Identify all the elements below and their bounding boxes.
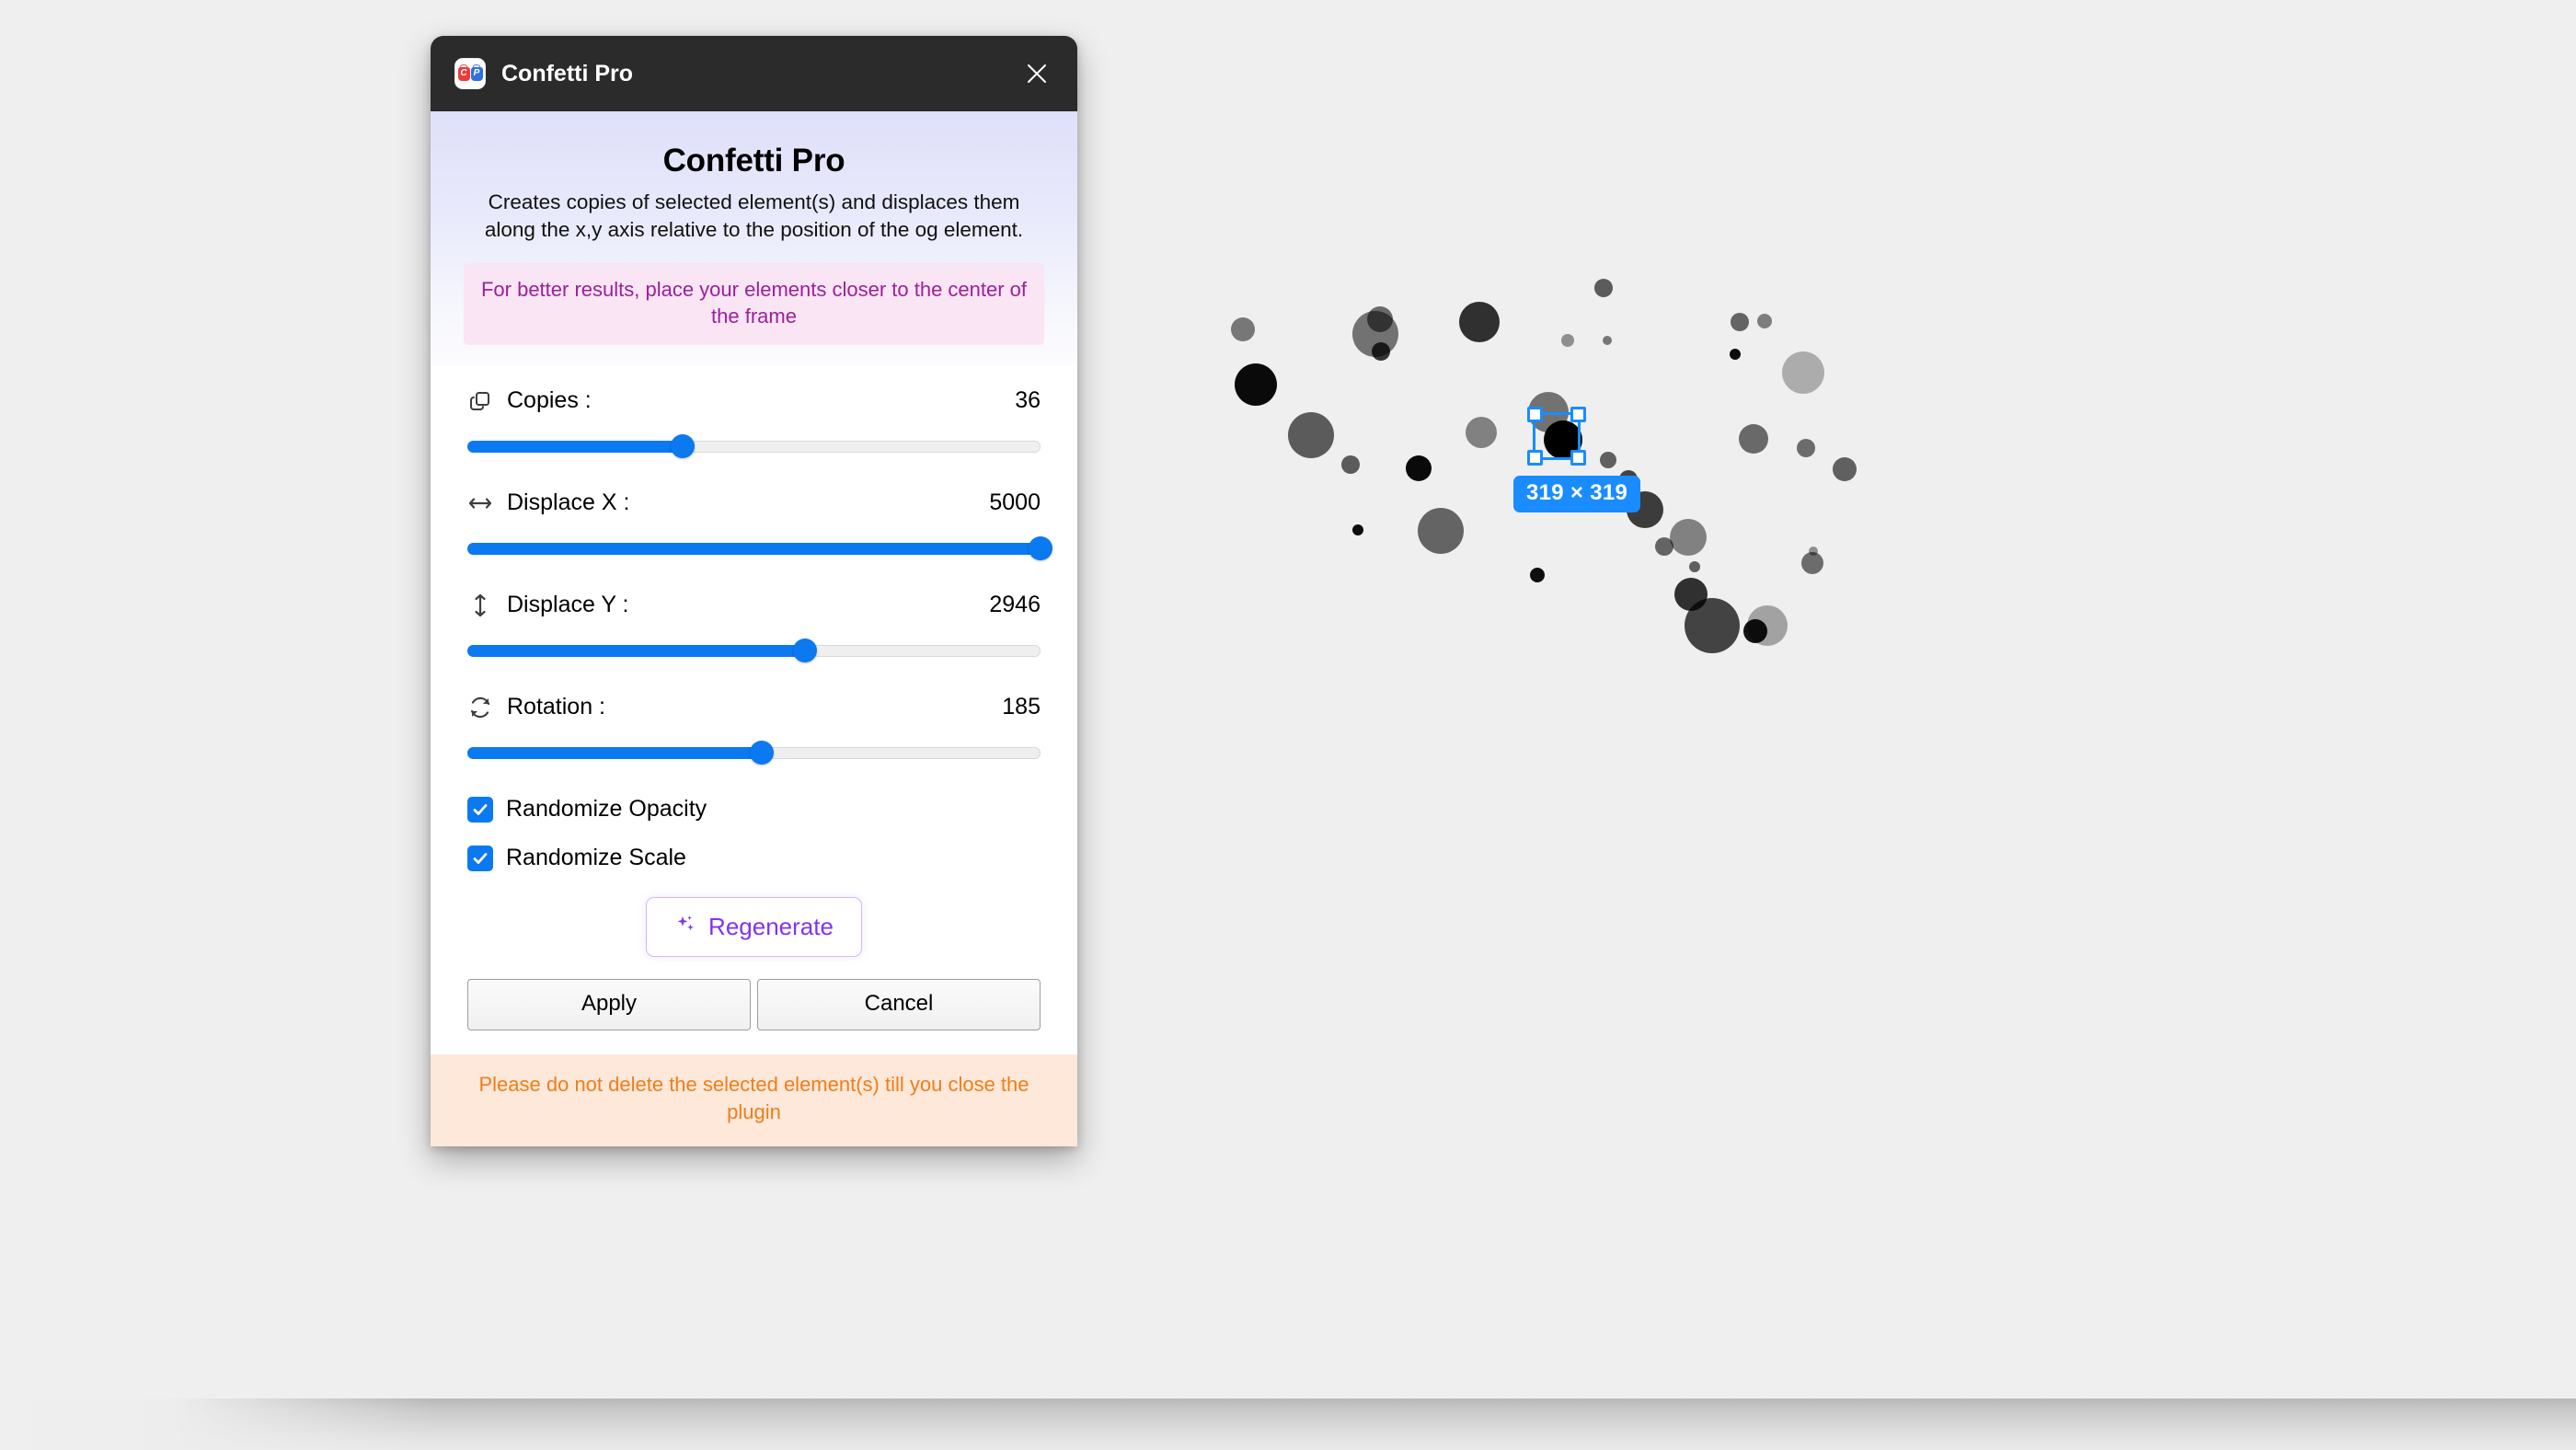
- control-displace-x-value: 5000: [989, 489, 1041, 516]
- action-button-row: Apply Cancel: [467, 979, 1041, 1054]
- rotation-slider-fill: [467, 746, 763, 759]
- confetti-dot: [1372, 342, 1390, 361]
- displace-y-slider[interactable]: [467, 639, 1041, 663]
- confetti-dot: [1730, 349, 1741, 360]
- control-rotation-label: Rotation :: [507, 694, 606, 720]
- confetti-dot: [1288, 412, 1334, 458]
- confetti-dot: [1594, 279, 1613, 297]
- plugin-title-bar: C P Confetti Pro: [431, 36, 1077, 111]
- confetti-dot: [1235, 363, 1277, 406]
- confetti-dot: [1685, 598, 1740, 653]
- control-displace-y-label: Displace Y :: [507, 592, 629, 618]
- control-displace-y-header: Displace Y : 2946: [467, 592, 1041, 618]
- copies-slider[interactable]: [467, 434, 1041, 459]
- checkbox-row-randomize-scale[interactable]: Randomize Scale: [467, 845, 1041, 871]
- confetti-dot: [1833, 457, 1857, 481]
- confetti-dot: [1739, 424, 1768, 454]
- copies-slider-fill: [467, 440, 683, 453]
- randomize-scale-label: Randomize Scale: [506, 845, 686, 871]
- randomize-opacity-label: Randomize Opacity: [506, 796, 707, 823]
- selection-bounding-box[interactable]: [1527, 407, 1586, 466]
- control-displace-x-header: Displace X : 5000: [467, 489, 1041, 516]
- confetti-dot: [1341, 455, 1360, 474]
- confetti-dot: [1459, 302, 1500, 342]
- control-copies-value: 36: [1015, 387, 1041, 414]
- page-title: Confetti Pro: [662, 143, 845, 178]
- arrows-horizontal-icon: [467, 490, 493, 516]
- plugin-description: Creates copies of selected element(s) an…: [484, 190, 1024, 242]
- rotation-slider[interactable]: [467, 741, 1041, 765]
- regenerate-label: Regenerate: [708, 913, 834, 941]
- rotate-icon: [467, 695, 493, 720]
- control-copies-label: Copies :: [507, 387, 592, 414]
- arrows-vertical-icon: [467, 593, 493, 618]
- confetti-dot: [1530, 568, 1545, 582]
- plugin-title: Confetti Pro: [501, 60, 634, 86]
- copies-slider-thumb[interactable]: [670, 434, 695, 459]
- displace-y-slider-thumb[interactable]: [792, 639, 817, 663]
- app-icon-letter-p: P: [470, 66, 483, 81]
- displace-x-slider-thumb[interactable]: [1029, 536, 1052, 561]
- confetti-pro-plugin-window: C P Confetti Pro Confetti Pro Creates co…: [431, 36, 1077, 1146]
- confetti-dot: [1747, 605, 1788, 646]
- control-rotation: Rotation : 185: [467, 694, 1041, 765]
- selection-handle-top-right[interactable]: [1570, 407, 1586, 422]
- confetti-dot: [1406, 455, 1432, 481]
- confetti-dot: [1603, 336, 1612, 345]
- confetti-dot: [1561, 334, 1574, 347]
- control-copies-header: Copies : 36: [467, 387, 1041, 414]
- app-icon-letter-c: C: [457, 66, 470, 81]
- displace-y-slider-fill: [467, 644, 805, 657]
- control-rotation-value: 185: [1002, 694, 1041, 720]
- confetti-dot: [1466, 417, 1497, 448]
- confetti-dot: [1231, 317, 1255, 341]
- confetti-dot: [1797, 439, 1815, 457]
- confetti-dot: [1731, 313, 1749, 331]
- selection-handle-top-left[interactable]: [1527, 407, 1543, 422]
- confetti-dot: [1600, 452, 1616, 468]
- control-displace-x: Displace X : 5000: [467, 489, 1052, 561]
- design-canvas[interactable]: 319 × 319: [0, 0, 2576, 1450]
- rotation-slider-thumb[interactable]: [750, 741, 775, 765]
- regenerate-button[interactable]: Regenerate: [646, 897, 862, 958]
- control-displace-y-value: 2946: [989, 592, 1041, 618]
- confetti-dot: [1670, 519, 1707, 556]
- randomize-opacity-checkbox[interactable]: [467, 796, 493, 823]
- checkbox-row-randomize-opacity[interactable]: Randomize Opacity: [467, 796, 1041, 823]
- confetti-dot: [1809, 547, 1818, 556]
- randomize-scale-checkbox[interactable]: [467, 845, 493, 871]
- confetti-dot: [1689, 561, 1700, 572]
- confetti-pro-app-icon: C P: [454, 58, 486, 89]
- control-displace-y: Displace Y : 2946: [467, 592, 1041, 663]
- regenerate-row: Regenerate: [467, 897, 1041, 958]
- displace-x-slider[interactable]: [467, 536, 1052, 561]
- close-icon[interactable]: [1018, 55, 1055, 92]
- control-copies: Copies : 36: [467, 387, 1041, 459]
- displace-x-slider-fill: [467, 542, 1041, 555]
- apply-button[interactable]: Apply: [467, 979, 751, 1031]
- tip-banner: For better results, place your elements …: [464, 262, 1044, 346]
- control-displace-x-label: Displace X :: [507, 489, 630, 516]
- selection-handle-bottom-right[interactable]: [1570, 450, 1586, 466]
- window-bottom-edge-fade: [0, 1398, 432, 1450]
- confetti-dot: [1757, 314, 1772, 328]
- selection-handle-bottom-left[interactable]: [1527, 450, 1543, 466]
- confetti-dot: [1418, 508, 1464, 554]
- control-rotation-header: Rotation : 185: [467, 694, 1041, 720]
- copy-icon: [467, 388, 493, 414]
- cancel-button[interactable]: Cancel: [757, 979, 1041, 1031]
- sparkles-icon: [674, 913, 698, 941]
- selection-size-badge: 319 × 319: [1513, 476, 1641, 512]
- plugin-header: Confetti Pro Creates copies of selected …: [431, 111, 1077, 366]
- plugin-body: Copies : 36 Displace X : 5000 Displace Y…: [431, 365, 1077, 1055]
- confetti-dot: [1367, 306, 1393, 332]
- confetti-dot: [1352, 524, 1363, 535]
- footer-warning-banner: Please do not delete the selected elemen…: [431, 1054, 1077, 1146]
- confetti-dot: [1782, 351, 1824, 394]
